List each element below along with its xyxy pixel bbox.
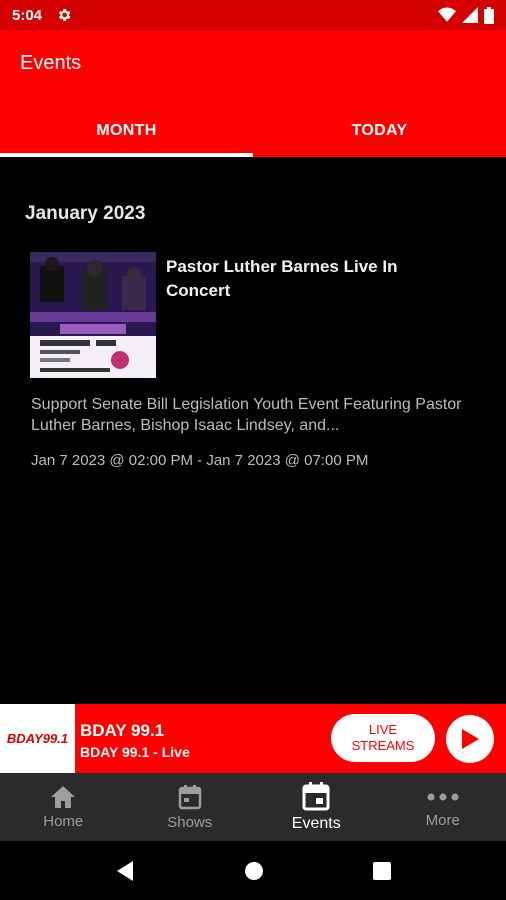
nav-label-home: Home: [43, 812, 84, 830]
home-icon: [51, 785, 76, 808]
system-navigation-bar: [0, 841, 506, 900]
nav-label-shows: Shows: [167, 813, 213, 831]
tab-bar: MONTH TODAY: [0, 105, 506, 157]
bottom-navigation: Home Shows Events More: [0, 773, 506, 841]
wifi-icon: [438, 7, 456, 22]
play-button[interactable]: [446, 715, 494, 763]
nav-item-shows[interactable]: Shows: [127, 773, 254, 841]
play-icon: [462, 729, 479, 749]
mini-player[interactable]: BDAY99.1 BDAY 99.1 BDAY 99.1 - Live LIVE…: [0, 704, 506, 773]
event-title[interactable]: Pastor Luther Barnes Live In Concert: [166, 255, 466, 303]
battery-icon: [484, 6, 494, 24]
home-circle-icon[interactable]: [244, 861, 264, 881]
app-bar: Events MONTH TODAY: [0, 30, 506, 157]
events-list: January 2023 Pastor Luther Barnes Live I…: [0, 157, 506, 704]
event-flyer-image: [30, 252, 156, 378]
nav-item-home[interactable]: Home: [0, 773, 127, 841]
status-bar: 5:04: [0, 0, 506, 30]
status-icons: [438, 6, 494, 24]
event-date-range: Jan 7 2023 @ 02:00 PM - Jan 7 2023 @ 07:…: [31, 452, 369, 469]
station-logo: BDAY99.1: [0, 704, 75, 773]
live-streams-button[interactable]: LIVE STREAMS: [331, 714, 435, 762]
player-station-name: BDAY 99.1: [80, 721, 165, 740]
status-time: 5:04: [12, 6, 43, 24]
live-streams-label-line1: LIVE: [368, 722, 398, 737]
more-icon: [427, 793, 459, 800]
player-subtitle: BDAY 99.1 - Live: [80, 744, 190, 760]
gear-icon: [58, 9, 71, 21]
page-title: Events: [20, 52, 82, 74]
event-description: Support Senate Bill Legislation Youth Ev…: [31, 396, 462, 434]
calendar-icon: [178, 784, 201, 809]
station-logo-text: BDAY99.1: [6, 731, 69, 746]
nav-item-events[interactable]: Events: [253, 773, 380, 841]
event-icon: [302, 782, 330, 811]
recents-icon[interactable]: [373, 861, 392, 880]
back-icon[interactable]: [115, 860, 135, 882]
tab-month[interactable]: MONTH: [0, 105, 253, 157]
nav-label-events: Events: [291, 815, 341, 832]
signal-icon: [462, 7, 478, 23]
event-thumbnail[interactable]: [30, 252, 156, 378]
nav-label-more: More: [425, 811, 460, 829]
month-heading: January 2023: [25, 203, 146, 224]
tab-today[interactable]: TODAY: [253, 105, 506, 157]
live-streams-label-line2: STREAMS: [351, 738, 415, 753]
nav-item-more[interactable]: More: [380, 773, 506, 841]
